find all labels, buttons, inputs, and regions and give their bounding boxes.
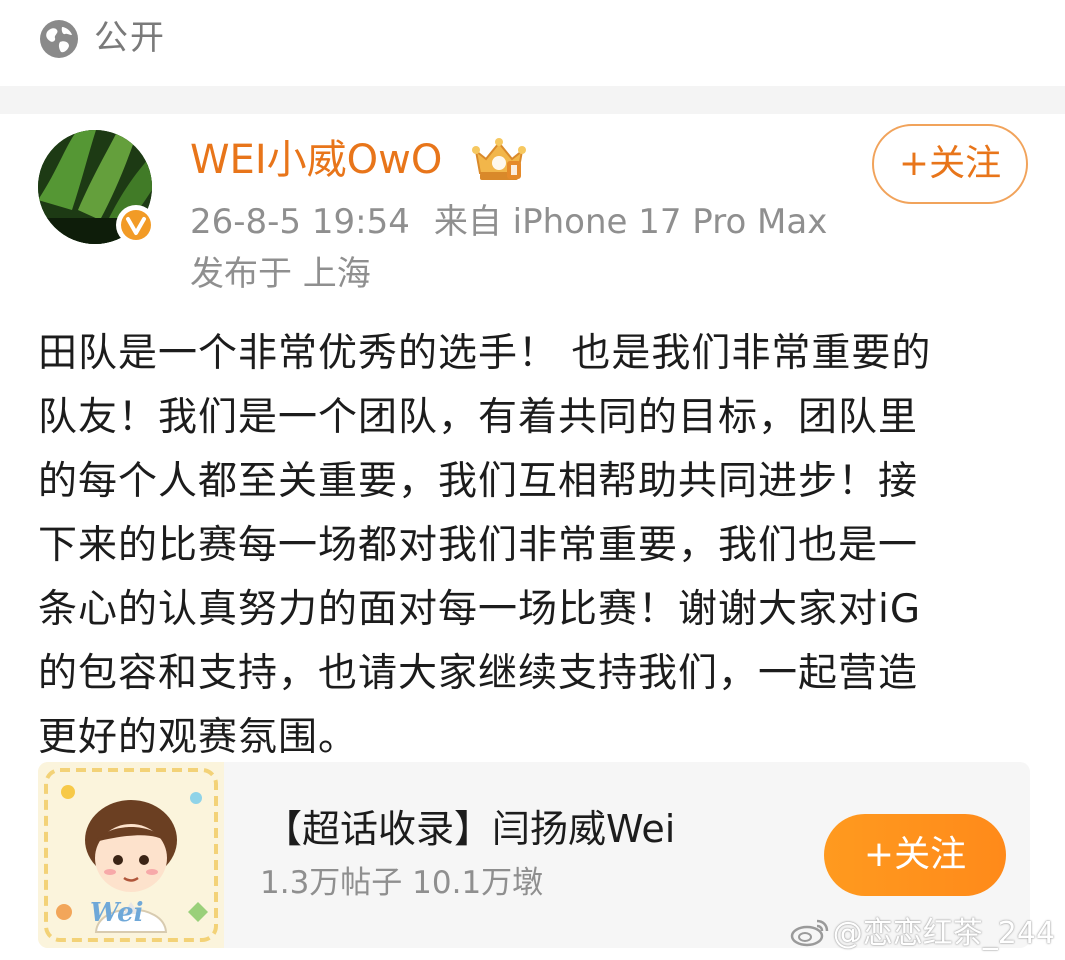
- super-topic-stats: 1.3万帖子 10.1万墩: [260, 865, 544, 901]
- section-divider: [0, 86, 1065, 114]
- follow-button[interactable]: +关注: [872, 124, 1028, 204]
- post-body: 田队是一个非常优秀的选手！ 也是我们非常重要的 队友！我们是一个团队，有着共同的…: [38, 322, 1030, 770]
- post-body-line: 条心的认真努力的面对每一场比赛！谢谢大家对iG: [38, 587, 922, 632]
- globe-icon: [40, 20, 78, 58]
- watermark-text: @恋恋红茶_244: [832, 916, 1055, 951]
- post-body-line: 队友！我们是一个团队，有着共同的目标，团队里: [38, 395, 919, 440]
- super-topic-title[interactable]: 【超话收录】闫扬威Wei: [264, 802, 675, 856]
- post-time: 26-8-5 19:54: [190, 202, 410, 242]
- visibility-label: 公开: [94, 18, 166, 58]
- watermark: @恋恋红茶_244: [789, 914, 1055, 954]
- visibility-bar[interactable]: 公开: [0, 0, 1065, 87]
- post-body-line: 更好的观赛氛围。: [38, 715, 359, 760]
- super-topic-follow-button[interactable]: +关注: [824, 814, 1006, 896]
- verified-v-icon: [116, 205, 156, 245]
- author-name[interactable]: WEI小威OwO: [190, 132, 442, 188]
- post-body-line: 田队是一个非常优秀的选手！ 也是我们非常重要的: [38, 331, 932, 376]
- post-body-line: 的每个人都至关重要，我们互相帮助共同进步！接: [38, 459, 919, 504]
- post-source[interactable]: 来自 iPhone 17 Pro Max: [434, 202, 828, 242]
- thumbnail-wei-text: Wei: [90, 898, 144, 928]
- post-body-line: 的包容和支持，也请大家继续支持我们，一起营造: [38, 651, 919, 696]
- crown-badge-icon: [472, 138, 526, 180]
- weibo-post-page: 公开 WEI小威OwO +关注 26-8-5 19:54 来自 iPhone 17…: [0, 0, 1065, 960]
- post-location: 发布于 上海: [190, 254, 371, 294]
- post-meta: 26-8-5 19:54 来自 iPhone 17 Pro Max: [190, 196, 827, 248]
- post-body-line: 下来的比赛每一场都对我们非常重要，我们也是一: [38, 523, 919, 568]
- weibo-logo-icon: [790, 919, 828, 947]
- super-topic-thumbnail: Wei: [38, 762, 224, 948]
